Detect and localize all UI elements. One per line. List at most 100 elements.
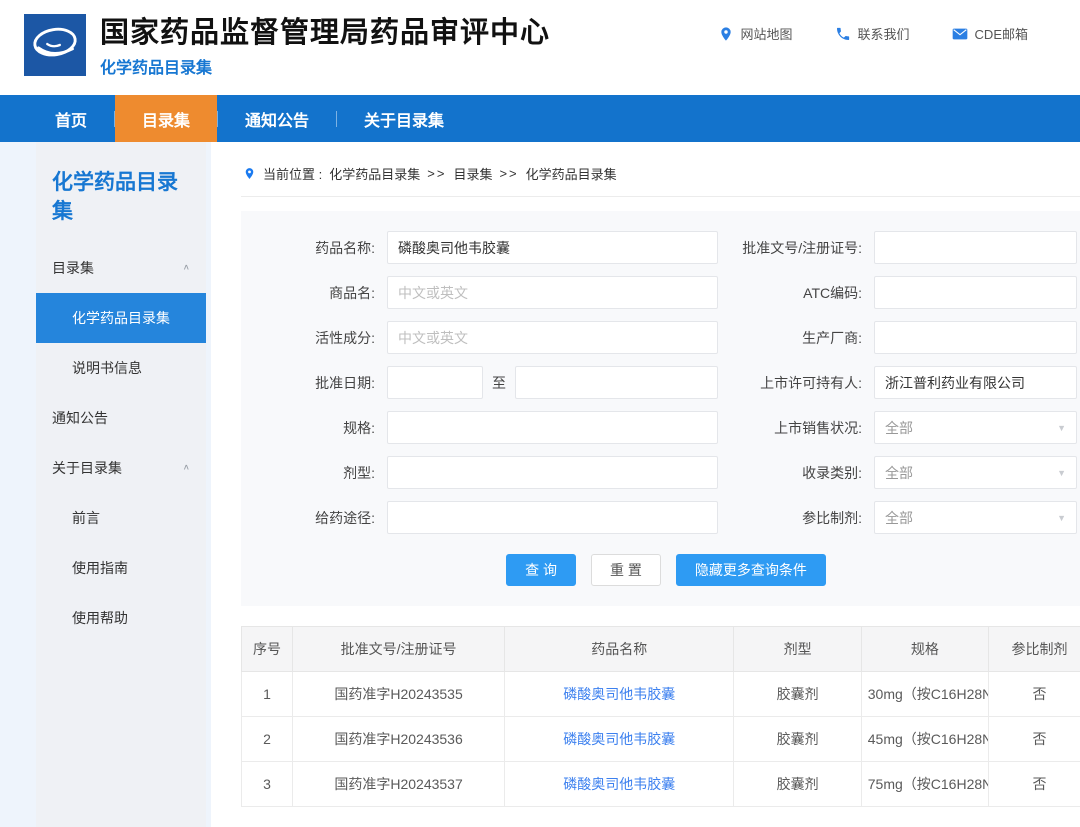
reference-product-value: 全部	[885, 508, 913, 528]
table-row: 2 国药准字H20243536 磷酸奥司他韦胶囊 胶囊剂 45mg（按C16H2…	[242, 717, 1080, 762]
inclusion-category-value: 全部	[885, 463, 913, 483]
dosage-form-label: 剂型:	[255, 463, 387, 483]
mail-icon	[952, 26, 968, 42]
site-subtitle: 化学药品目录集	[100, 54, 550, 78]
cell-dosage-form: 胶囊剂	[734, 762, 861, 807]
cell-approval-no: 国药准字H20243536	[292, 717, 504, 762]
sidebar-item-notices[interactable]: 通知公告	[36, 393, 206, 443]
market-status-value: 全部	[885, 418, 913, 438]
col-header-spec: 规格	[861, 627, 988, 672]
sidebar-title: 化学药品目录集	[36, 142, 206, 243]
header-links: 网站地图 联系我们 CDE邮箱	[718, 24, 1028, 43]
reference-product-label: 参比制剂:	[742, 508, 874, 528]
main-content: 当前位置 : 化学药品目录集 >> 目录集 >> 化学药品目录集 药品名称: 商…	[211, 142, 1080, 827]
breadcrumb-separator: >>	[499, 166, 518, 181]
sidebar-group-about[interactable]: 关于目录集 ∧	[36, 443, 206, 493]
hide-more-conditions-button[interactable]: 隐藏更多查询条件	[676, 554, 826, 586]
cell-index: 1	[242, 672, 293, 717]
mah-input[interactable]	[874, 366, 1077, 399]
dropdown-arrow-icon: ▼	[1057, 468, 1066, 478]
form-column-left: 药品名称: 商品名: 活性成分: 批准日期:	[255, 231, 718, 546]
cell-dosage-form: 胶囊剂	[734, 717, 861, 762]
approval-number-label: 批准文号/注册证号:	[742, 238, 874, 258]
breadcrumb-crumb[interactable]: 目录集	[453, 164, 492, 183]
nav-item-home[interactable]: 首页	[28, 95, 114, 142]
sidebar-item-help[interactable]: 使用帮助	[36, 593, 206, 643]
trade-name-label: 商品名:	[255, 283, 387, 303]
sidebar-item-user-guide[interactable]: 使用指南	[36, 543, 206, 593]
manufacturer-label: 生产厂商:	[742, 328, 874, 348]
mailbox-link[interactable]: CDE邮箱	[952, 24, 1028, 43]
dosage-form-input[interactable]	[387, 456, 718, 489]
manufacturer-input[interactable]	[874, 321, 1077, 354]
chevron-up-icon: ∧	[183, 463, 190, 472]
approval-date-start-input[interactable]	[387, 366, 483, 399]
cell-approval-no: 国药准字H20243535	[292, 672, 504, 717]
reference-product-select[interactable]: 全部 ▼	[874, 501, 1077, 534]
drug-name-link[interactable]: 磷酸奥司他韦胶囊	[505, 672, 734, 717]
breadcrumb-crumb[interactable]: 化学药品目录集	[329, 164, 420, 183]
mah-label: 上市许可持有人:	[742, 373, 874, 393]
sidebar: 化学药品目录集 目录集 ∧ 化学药品目录集 说明书信息 通知公告 关于目录集 ∧…	[36, 142, 206, 827]
drug-name-link[interactable]: 磷酸奥司他韦胶囊	[505, 717, 734, 762]
sidebar-item-chemical-catalog[interactable]: 化学药品目录集	[36, 293, 206, 343]
cell-approval-no: 国药准字H20243537	[292, 762, 504, 807]
site-header: 国家药品监督管理局药品审评中心 化学药品目录集 网站地图 联系我们 CDE邮箱	[0, 0, 1080, 95]
breadcrumb: 当前位置 : 化学药品目录集 >> 目录集 >> 化学药品目录集	[241, 158, 1080, 197]
approval-date-end-input[interactable]	[515, 366, 718, 399]
sidebar-group-catalog[interactable]: 目录集 ∧	[36, 243, 206, 293]
sidebar-item-label-info[interactable]: 说明书信息	[36, 343, 206, 393]
reset-button[interactable]: 重 置	[591, 554, 661, 586]
location-pin-icon	[718, 26, 734, 42]
col-header-index: 序号	[242, 627, 293, 672]
drug-name-label: 药品名称:	[255, 238, 387, 258]
drug-name-input[interactable]	[387, 231, 718, 264]
table-row: 3 国药准字H20243537 磷酸奥司他韦胶囊 胶囊剂 75mg（按C16H2…	[242, 762, 1080, 807]
cell-reference: 否	[989, 762, 1080, 807]
dropdown-arrow-icon: ▼	[1057, 513, 1066, 523]
breadcrumb-crumb[interactable]: 化学药品目录集	[526, 164, 617, 183]
dropdown-arrow-icon: ▼	[1057, 423, 1066, 433]
market-status-select[interactable]: 全部 ▼	[874, 411, 1077, 444]
breadcrumb-separator: >>	[427, 166, 446, 181]
active-ingredient-label: 活性成分:	[255, 328, 387, 348]
results-table: 序号 批准文号/注册证号 药品名称 剂型 规格 参比制剂 1 国药准字H2024…	[241, 626, 1080, 807]
active-ingredient-input[interactable]	[387, 321, 718, 354]
admin-route-input[interactable]	[387, 501, 718, 534]
cde-logo-icon[interactable]	[24, 14, 86, 76]
inclusion-category-label: 收录类别:	[742, 463, 874, 483]
col-header-approval-no: 批准文号/注册证号	[292, 627, 504, 672]
contact-link[interactable]: 联系我们	[835, 24, 910, 43]
nav-item-about[interactable]: 关于目录集	[337, 95, 471, 142]
atc-code-label: ATC编码:	[742, 283, 874, 303]
inclusion-category-select[interactable]: 全部 ▼	[874, 456, 1077, 489]
cell-index: 3	[242, 762, 293, 807]
sidebar-item-foreword[interactable]: 前言	[36, 493, 206, 543]
main-nav: 首页 目录集 通知公告 关于目录集	[0, 95, 1080, 142]
market-status-label: 上市销售状况:	[742, 418, 874, 438]
sitemap-link[interactable]: 网站地图	[718, 24, 793, 43]
table-header-row: 序号 批准文号/注册证号 药品名称 剂型 规格 参比制剂	[242, 627, 1080, 672]
specification-input[interactable]	[387, 411, 718, 444]
form-buttons: 查 询 重 置 隐藏更多查询条件	[255, 546, 1077, 592]
contact-label: 联系我们	[858, 24, 910, 43]
specification-label: 规格:	[255, 418, 387, 438]
cell-spec: 75mg（按C16H28N...	[861, 762, 988, 807]
mailbox-label: CDE邮箱	[975, 24, 1028, 43]
nav-item-catalog[interactable]: 目录集	[115, 95, 217, 142]
cell-dosage-form: 胶囊剂	[734, 672, 861, 717]
col-header-drug-name: 药品名称	[505, 627, 734, 672]
cell-spec: 45mg（按C16H28N...	[861, 717, 988, 762]
drug-name-link[interactable]: 磷酸奥司他韦胶囊	[505, 762, 734, 807]
approval-number-input[interactable]	[874, 231, 1077, 264]
nav-item-notices[interactable]: 通知公告	[218, 95, 336, 142]
cell-reference: 否	[989, 672, 1080, 717]
atc-code-input[interactable]	[874, 276, 1077, 309]
title-block: 国家药品监督管理局药品审评中心 化学药品目录集	[100, 16, 550, 78]
sidebar-item-label: 通知公告	[52, 408, 108, 428]
search-button[interactable]: 查 询	[506, 554, 576, 586]
trade-name-input[interactable]	[387, 276, 718, 309]
cell-reference: 否	[989, 717, 1080, 762]
breadcrumb-prefix: 当前位置 :	[263, 164, 322, 183]
location-pin-icon	[243, 166, 256, 181]
